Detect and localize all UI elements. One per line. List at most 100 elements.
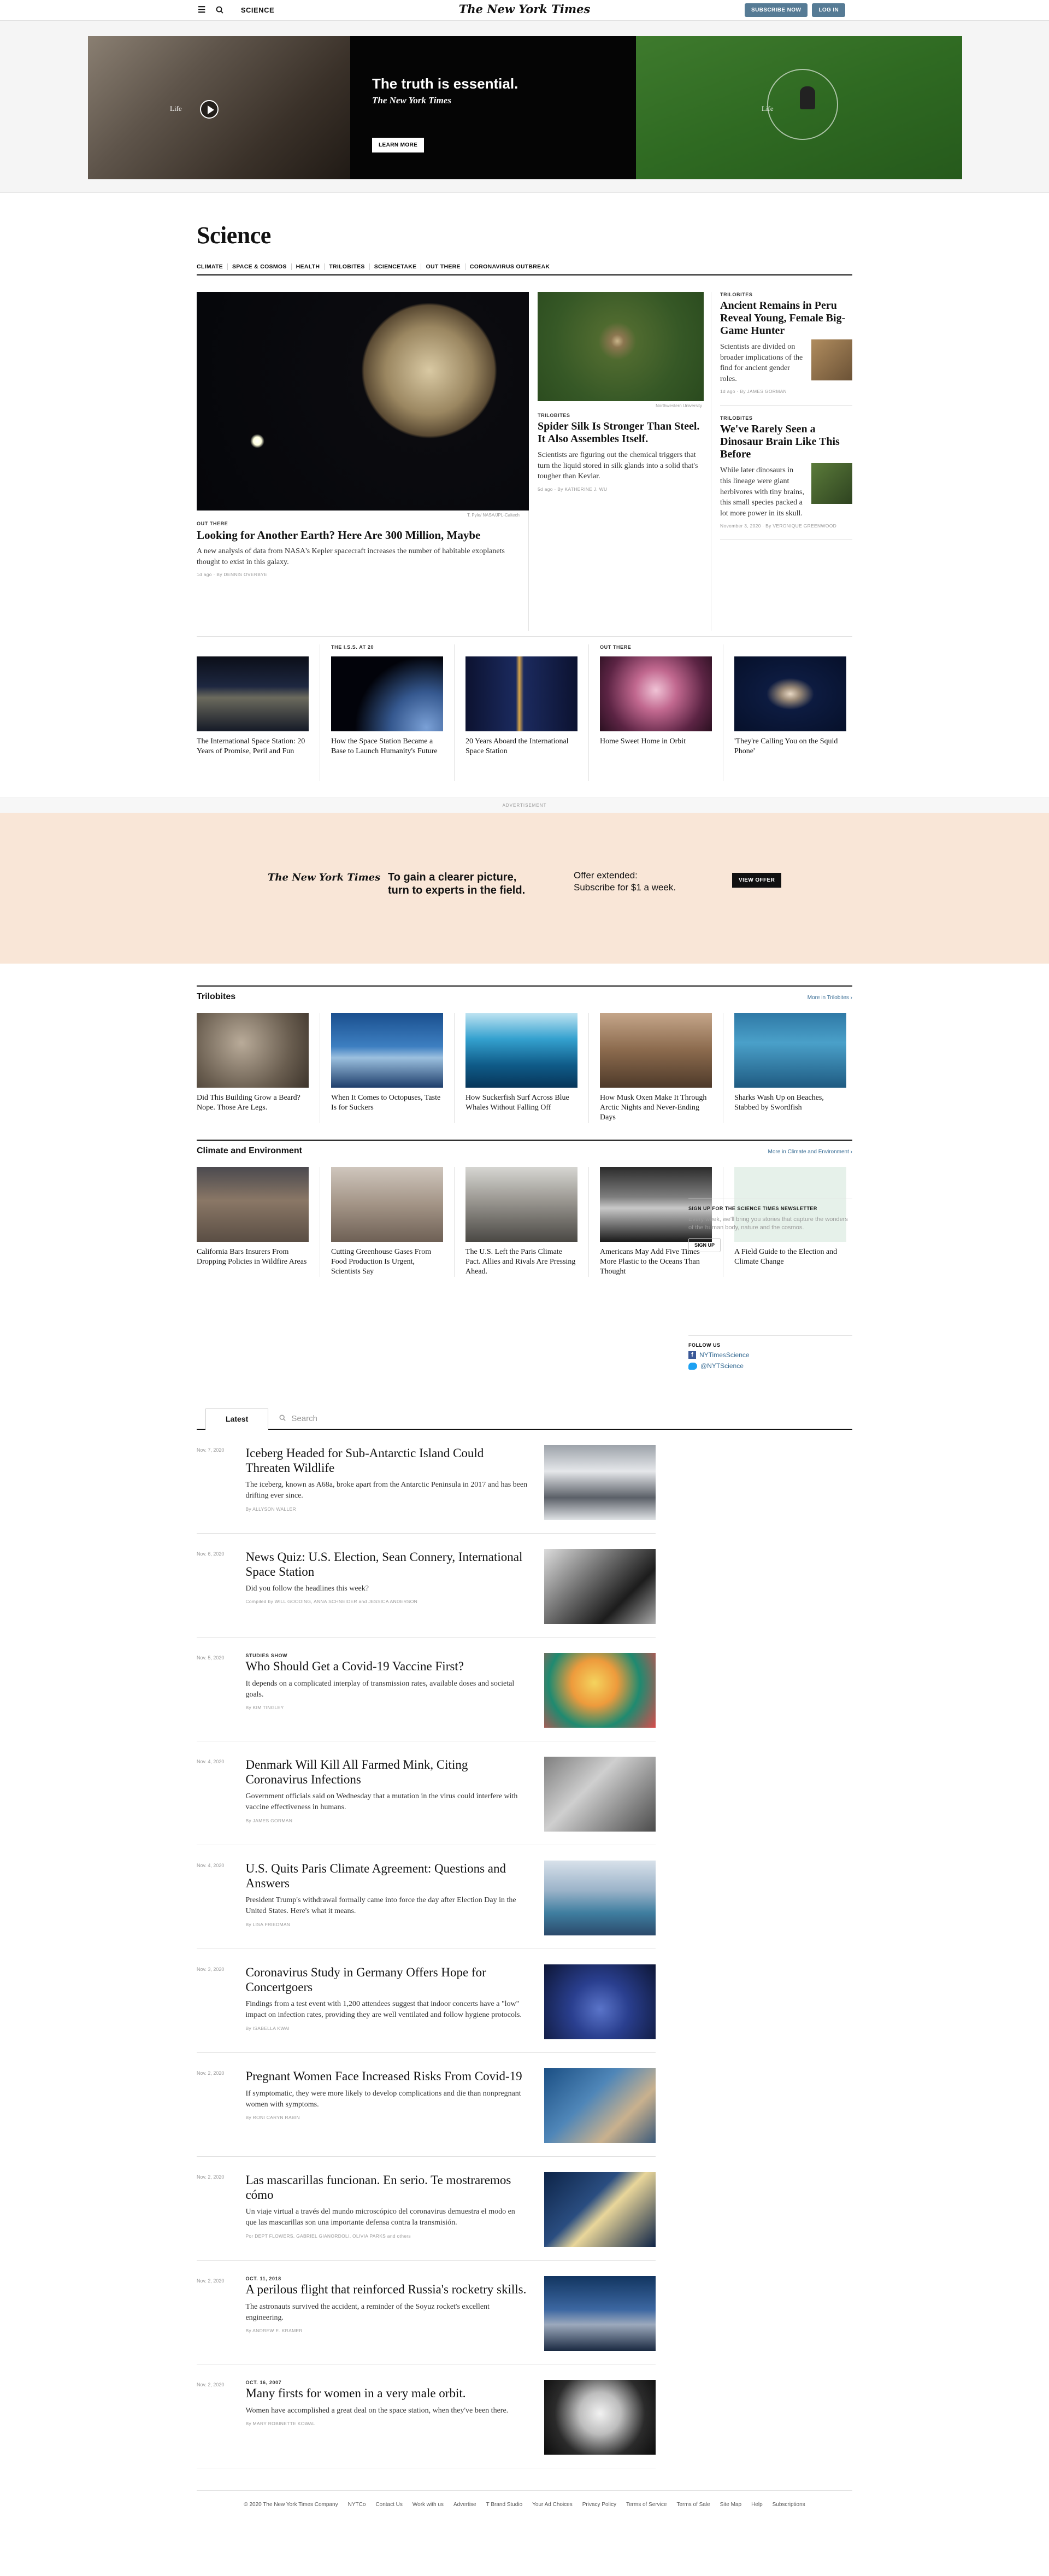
story-card[interactable]: Sharks Wash Up on Beaches, Stabbed by Sw… — [734, 1013, 857, 1123]
latest-headline[interactable]: Who Should Get a Covid-19 Vaccine First? — [245, 1659, 528, 1674]
latest-headline[interactable]: Las mascarillas funcionan. En serio. Te … — [245, 2173, 528, 2202]
story-image[interactable] — [197, 1013, 309, 1088]
latest-image[interactable] — [544, 2172, 656, 2248]
subnav-sciencetake[interactable]: SCIENCETAKE — [370, 263, 422, 270]
story-image[interactable] — [331, 656, 443, 731]
subnav-coronavirus[interactable]: CORONAVIRUS OUTBREAK — [465, 263, 554, 270]
latest-headline[interactable]: Denmark Will Kill All Farmed Mink, Citin… — [245, 1758, 528, 1787]
collection-title[interactable]: Climate and Environment — [197, 1146, 302, 1156]
subnav-climate[interactable]: CLIMATE — [197, 263, 228, 270]
subscribe-button[interactable]: SUBSCRIBE NOW — [745, 3, 808, 17]
second-story[interactable]: Northwestern University TRILOBITES Spide… — [529, 292, 711, 631]
spider-image[interactable] — [538, 292, 704, 401]
latest-item[interactable]: Nov. 4, 2020 U.S. Quits Paris Climate Agr… — [197, 1845, 656, 1950]
latest-image[interactable] — [544, 1445, 656, 1521]
story-card[interactable]: OUT THERE Home Sweet Home in Orbit — [600, 644, 723, 781]
story-title[interactable]: Cutting Greenhouse Gases From Food Produ… — [331, 1247, 443, 1277]
learn-more-button[interactable]: LEARN MORE — [372, 138, 425, 152]
footer-link[interactable]: Help — [751, 2502, 763, 2508]
story-card[interactable]: 'They're Calling You on the Squid Phone' — [734, 644, 857, 781]
story-title[interactable]: 'They're Calling You on the Squid Phone' — [734, 737, 846, 756]
story-image[interactable] — [734, 1013, 846, 1088]
latest-image[interactable] — [544, 1964, 656, 2040]
subscription-banner[interactable]: The New York Times To gain a clearer pic… — [0, 813, 1049, 964]
story-title[interactable]: When It Comes to Octopuses, Taste Is for… — [331, 1093, 443, 1113]
story-image[interactable] — [197, 656, 309, 731]
story-title[interactable]: The International Space Station: 20 Year… — [197, 737, 309, 756]
latest-headline[interactable]: U.S. Quits Paris Climate Agreement: Ques… — [245, 1862, 528, 1891]
facebook-link[interactable]: f NYTimesScience — [688, 1351, 852, 1359]
lead-headline[interactable]: Looking for Another Earth? Here Are 300 … — [197, 529, 520, 542]
subnav-out-there[interactable]: OUT THERE — [421, 263, 465, 270]
side-thumb[interactable] — [811, 339, 852, 380]
latest-image[interactable] — [544, 2276, 656, 2351]
latest-item[interactable]: Nov. 4, 2020 Denmark Will Kill All Farmed… — [197, 1741, 656, 1846]
story-image[interactable] — [600, 656, 712, 731]
latest-item[interactable]: Nov. 5, 2020 STUDIES SHOW Who Should Get a… — [197, 1638, 656, 1742]
subnav-space[interactable]: SPACE & COSMOS — [228, 263, 292, 270]
story-image[interactable] — [197, 1166, 309, 1242]
search-field[interactable]: Search — [279, 1414, 317, 1429]
footer-link[interactable]: Terms of Sale — [676, 2502, 710, 2508]
footer-link[interactable]: Contact Us — [375, 2502, 402, 2508]
collection-title[interactable]: Trilobites — [197, 992, 235, 1002]
story-card[interactable]: 20 Years Aboard the International Space … — [465, 644, 589, 781]
story-image[interactable] — [465, 656, 577, 731]
latest-item[interactable]: Nov. 2, 2020 Pregnant Women Face Increase… — [197, 2053, 656, 2157]
more-link[interactable]: More in Trilobites › — [808, 995, 852, 1001]
story-title[interactable]: California Bars Insurers From Dropping P… — [197, 1247, 309, 1267]
latest-headline[interactable]: A perilous flight that reinforced Russia… — [245, 2282, 528, 2297]
side-story[interactable]: TRILOBITES We've Rarely Seen a Dinosaur … — [720, 415, 852, 541]
latest-item[interactable]: Nov. 2, 2020 OCT. 16, 2007 Many firsts for… — [197, 2364, 656, 2469]
latest-headline[interactable]: Pregnant Women Face Increased Risks From… — [245, 2069, 528, 2084]
latest-headline[interactable]: Coronavirus Study in Germany Offers Hope… — [245, 1965, 528, 1994]
latest-image[interactable] — [544, 1653, 656, 1728]
footer-link[interactable]: T Brand Studio — [486, 2502, 523, 2508]
footer-link[interactable]: NYTCo — [348, 2502, 366, 2508]
footer-link[interactable]: Work with us — [412, 2502, 444, 2508]
story-card[interactable]: California Bars Insurers From Dropping P… — [197, 1166, 320, 1277]
story-title[interactable]: How the Space Station Became a Base to L… — [331, 737, 443, 756]
story-title[interactable]: The U.S. Left the Paris Climate Pact. Al… — [465, 1247, 577, 1277]
story-image[interactable] — [465, 1166, 577, 1242]
story-title[interactable]: How Suckerfish Surf Across Blue Whales W… — [465, 1093, 577, 1113]
latest-item[interactable]: Nov. 2, 2020 Las mascarillas funcionan. E… — [197, 2157, 656, 2261]
latest-item[interactable]: Nov. 2, 2020 OCT. 11, 2018 A perilous flig… — [197, 2261, 656, 2365]
latest-image[interactable] — [544, 2068, 656, 2144]
story-image[interactable] — [331, 1166, 443, 1242]
side-thumb[interactable] — [811, 463, 852, 504]
side-headline[interactable]: Ancient Remains in Peru Reveal Young, Fe… — [720, 300, 852, 337]
subnav-trilobites[interactable]: TRILOBITES — [325, 263, 370, 270]
footer-link[interactable]: Privacy Policy — [582, 2502, 616, 2508]
lead-story[interactable]: T. Pyle/ NASA/JPL-Caltech OUT THERE Look… — [197, 292, 529, 631]
story-image[interactable] — [465, 1013, 577, 1088]
story-card[interactable]: The U.S. Left the Paris Climate Pact. Al… — [465, 1166, 589, 1277]
latest-image[interactable] — [544, 1549, 656, 1624]
story-card[interactable]: How Musk Oxen Make It Through Arctic Nig… — [600, 1013, 723, 1123]
second-headline[interactable]: Spider Silk Is Stronger Than Steel. It A… — [538, 420, 702, 445]
latest-image[interactable] — [544, 1861, 656, 1936]
tab-latest[interactable]: Latest — [205, 1409, 269, 1430]
latest-item[interactable]: Nov. 6, 2020 News Quiz: U.S. Election, Se… — [197, 1534, 656, 1638]
more-link[interactable]: More in Climate and Environment › — [768, 1149, 852, 1155]
side-story[interactable]: TRILOBITES Ancient Remains in Peru Revea… — [720, 292, 852, 406]
story-card[interactable]: Cutting Greenhouse Gases From Food Produ… — [331, 1166, 455, 1277]
latest-item[interactable]: Nov. 7, 2020 Iceberg Headed for Sub-Antar… — [197, 1430, 656, 1534]
subnav-health[interactable]: HEALTH — [292, 263, 325, 270]
footer-link[interactable]: Your Ad Choices — [532, 2502, 573, 2508]
view-offer-button[interactable]: VIEW OFFER — [732, 873, 782, 888]
story-title[interactable]: How Musk Oxen Make It Through Arctic Nig… — [600, 1093, 712, 1123]
twitter-link[interactable]: @NYTScience — [688, 1362, 852, 1370]
story-title[interactable]: 20 Years Aboard the International Space … — [465, 737, 577, 756]
latest-headline[interactable]: News Quiz: U.S. Election, Sean Connery, … — [245, 1550, 528, 1579]
signup-button[interactable]: SIGN UP — [688, 1237, 721, 1252]
story-card[interactable]: Did This Building Grow a Beard? Nope. Th… — [197, 1013, 320, 1123]
login-button[interactable]: LOG IN — [812, 3, 846, 17]
footer-link[interactable]: Site Map — [720, 2502, 741, 2508]
story-card[interactable]: The International Space Station: 20 Year… — [197, 644, 320, 781]
footer-link[interactable]: Advertise — [453, 2502, 476, 2508]
story-image[interactable] — [600, 1013, 712, 1088]
latest-headline[interactable]: Iceberg Headed for Sub-Antarctic Island … — [245, 1446, 528, 1475]
story-title[interactable]: Did This Building Grow a Beard? Nope. Th… — [197, 1093, 309, 1113]
story-card[interactable]: When It Comes to Octopuses, Taste Is for… — [331, 1013, 455, 1123]
